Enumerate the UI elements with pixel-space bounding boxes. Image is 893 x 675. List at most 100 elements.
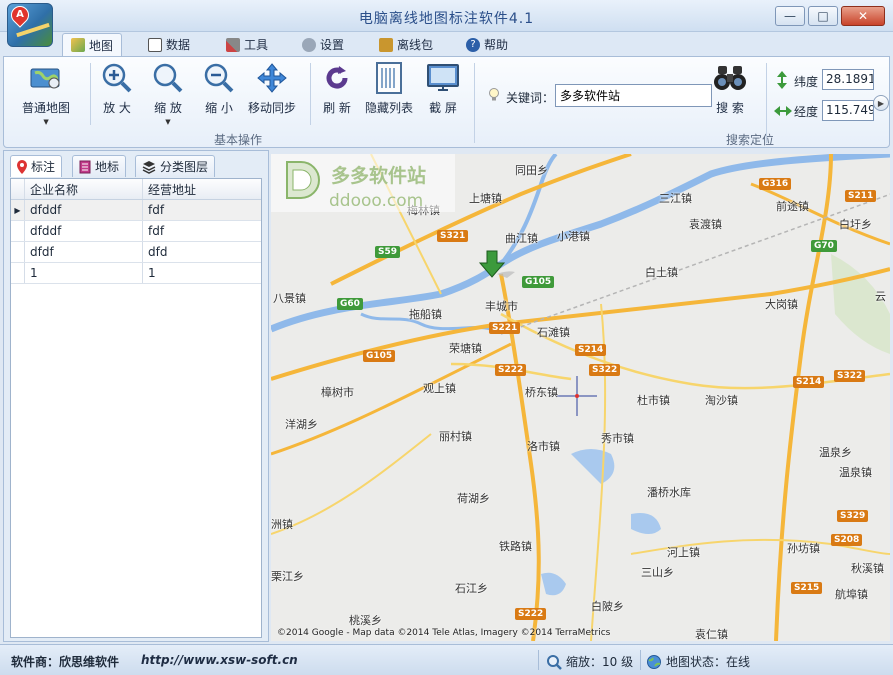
panel-tab-markers[interactable]: 标注 — [10, 155, 63, 177]
basic-ops-group-label: 基本操作 — [214, 133, 263, 147]
table-row[interactable]: ▶ dfddf fdf — [11, 200, 261, 221]
place-label: 观上镇 — [423, 382, 456, 395]
place-label: 洲镇 — [271, 518, 293, 531]
road-shield: S222 — [495, 364, 527, 376]
cell-company[interactable]: dfddf — [25, 200, 143, 220]
road-shield: S214 — [793, 376, 825, 388]
column-header-address[interactable]: 经营地址 — [143, 179, 261, 199]
map-icon — [71, 38, 85, 52]
tab-settings[interactable]: 设置 — [294, 33, 352, 56]
place-label: 三江镇 — [659, 192, 692, 205]
place-label: 白陂乡 — [591, 600, 624, 613]
dropdown-arrow-icon: ▼ — [165, 118, 171, 126]
lightbulb-icon — [489, 88, 499, 101]
map-status: 地图状态：在线 — [646, 653, 750, 670]
place-label: 秀市镇 — [601, 432, 634, 445]
cell-address[interactable]: dfd — [143, 242, 261, 262]
place-label: 洛市镇 — [527, 440, 560, 453]
place-label: 桥东镇 — [525, 386, 558, 399]
ribbon-separator — [474, 63, 475, 143]
cell-company[interactable]: dfddf — [25, 221, 143, 241]
ribbon-more-button[interactable]: ▶ — [873, 95, 889, 111]
road-shield: S322 — [589, 364, 621, 376]
zoom-scale-button[interactable]: 缩 放 ▼ — [151, 61, 185, 126]
screenshot-button[interactable]: 截 屏 — [426, 61, 460, 116]
world-map-icon — [29, 61, 63, 95]
longitude-field[interactable]: 115.749 — [822, 100, 874, 121]
place-label: 温泉乡 — [819, 446, 852, 459]
logo-pin: A — [7, 2, 33, 28]
road-shield: S322 — [834, 370, 866, 382]
panel-tab-landmarks[interactable]: 地标 — [72, 155, 127, 177]
left-panel: 标注 地标 分类图层 企业名称 经营地址 ▶ dfddf fdf dfddf f… — [3, 150, 269, 642]
latitude-field[interactable]: 28.1891 — [822, 69, 874, 90]
vendor-url-link[interactable]: http://www.xsw-soft.cn — [141, 653, 298, 667]
tab-package[interactable]: 离线包 — [371, 33, 441, 56]
hide-list-button[interactable]: 隐藏列表 — [365, 61, 413, 116]
window-title: 电脑离线地图标注软件4.1 — [358, 11, 535, 27]
vendor-text: 软件商：欣思维软件 — [11, 655, 120, 669]
move-sync-label: 移动同步 — [248, 101, 297, 115]
panel-tab-layers[interactable]: 分类图层 — [135, 155, 216, 177]
row-header-corner — [11, 179, 25, 199]
landmark-icon — [79, 160, 91, 173]
search-label: 搜 索 — [716, 101, 744, 115]
refresh-button[interactable]: 刷 新 — [320, 61, 354, 116]
tab-data[interactable]: 数据 — [140, 33, 198, 56]
panel-tab-markers-label: 标注 — [31, 160, 56, 174]
table-row[interactable]: dfdf dfd — [11, 242, 261, 263]
cell-company[interactable]: dfdf — [25, 242, 143, 262]
table-row[interactable]: dfddf fdf — [11, 221, 261, 242]
shrink-label: 缩 小 — [205, 101, 233, 115]
normal-map-label: 普通地图 — [22, 101, 71, 115]
tab-help[interactable]: ? 帮助 — [458, 33, 516, 56]
place-label: 孙坊镇 — [787, 542, 820, 555]
table-header: 企业名称 经营地址 — [11, 179, 261, 200]
place-label: 丽村镇 — [439, 430, 472, 443]
road-shield: S215 — [791, 582, 823, 594]
cell-company[interactable]: 1 — [25, 263, 143, 283]
help-icon: ? — [466, 37, 480, 52]
place-label: 袁渡镇 — [689, 218, 722, 231]
cell-address[interactable]: 1 — [143, 263, 261, 283]
tab-package-label: 离线包 — [397, 38, 434, 52]
road-shield: G70 — [811, 240, 837, 252]
package-icon — [379, 37, 393, 52]
zoom-in-button[interactable]: 放 大 — [100, 61, 134, 116]
search-button[interactable]: 搜 索 — [713, 61, 747, 116]
maximize-button[interactable]: □ — [808, 6, 838, 26]
cell-address[interactable]: fdf — [143, 221, 261, 241]
place-label: 白土镇 — [645, 266, 678, 279]
tab-tools[interactable]: 工具 — [218, 33, 276, 56]
place-label: 前途镇 — [776, 200, 809, 213]
binoculars-icon — [713, 61, 747, 95]
road-shield: S221 — [489, 322, 521, 334]
table-row[interactable]: 1 1 — [11, 263, 261, 284]
place-label: 航埠镇 — [835, 588, 868, 601]
move-arrows-icon — [255, 61, 289, 95]
shrink-button[interactable]: 缩 小 — [202, 61, 236, 116]
map-copyright: ©2014 Google - Map data ©2014 Tele Atlas… — [277, 628, 611, 638]
panel-tab-landmarks-label: 地标 — [95, 160, 120, 174]
move-sync-button[interactable]: 移动同步 — [248, 61, 296, 116]
column-header-company[interactable]: 企业名称 — [25, 179, 143, 199]
zoom-out-icon — [202, 61, 236, 95]
place-label: 樟树市 — [321, 386, 354, 399]
refresh-label: 刷 新 — [323, 101, 351, 115]
map-view[interactable]: 同田乡 上塘镇 梅林镇 曲江镇 小港镇 三江镇 前途镇 袁渡镇 白圩乡 白土镇 … — [271, 154, 890, 641]
app-logo-icon[interactable]: A — [7, 2, 53, 47]
place-label: 荷湖乡 — [457, 492, 490, 505]
road-shield: S211 — [845, 190, 877, 202]
watermark-logo: 多多软件站 ddooo.com — [271, 154, 455, 212]
place-label: 淘沙镇 — [705, 394, 738, 407]
tab-map[interactable]: 地图 — [62, 33, 123, 56]
magnifier-icon — [151, 61, 185, 95]
place-label: 秋溪镇 — [851, 562, 884, 575]
minimize-button[interactable]: — — [775, 6, 805, 26]
refresh-icon — [320, 61, 354, 95]
normal-map-button[interactable]: 普通地图 ▼ — [22, 61, 70, 126]
keyword-input[interactable] — [555, 84, 712, 107]
road-shield: S59 — [375, 246, 401, 258]
cell-address[interactable]: fdf — [143, 200, 261, 220]
close-button[interactable]: ✕ — [841, 6, 885, 26]
